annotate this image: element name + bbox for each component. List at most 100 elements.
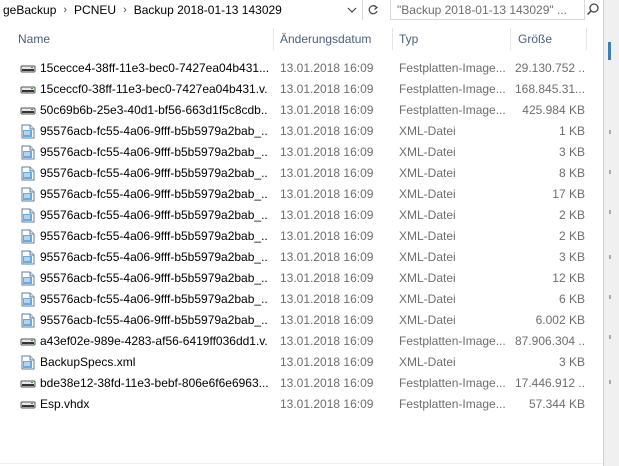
file-type: XML-Datei xyxy=(399,250,456,264)
file-size: 1 KB xyxy=(558,124,585,138)
search-icon xyxy=(586,3,599,16)
file-type: XML-Datei xyxy=(399,166,456,180)
file-type: XML-Datei xyxy=(399,145,456,159)
file-type: Festplatten-Image... xyxy=(399,103,506,117)
column-divider[interactable] xyxy=(586,28,587,50)
file-name: Esp.vhdx xyxy=(40,397,90,411)
file-size: 2 KB xyxy=(558,229,585,243)
file-date: 13.01.2018 16:09 xyxy=(280,145,374,159)
file-type: XML-Datei xyxy=(399,208,456,222)
selection-indicator xyxy=(608,42,611,60)
file-type: Festplatten-Image... xyxy=(399,397,506,411)
file-size: 425.984 KB xyxy=(522,103,585,117)
file-size: 57.344 KB xyxy=(528,397,585,411)
file-name: 95576acb-fc55-4a06-9fff-b5b5979a2bab_... xyxy=(40,124,268,138)
column-header-date[interactable]: Änderungsdatum xyxy=(280,28,371,50)
file-row[interactable]: 95576acb-fc55-4a06-9fff-b5b5979a2bab_...… xyxy=(0,184,603,205)
file-size: 17.446.912 ... xyxy=(515,376,585,390)
file-list: 15cecce4-38ff-11e3-bec0-7427ea04b431....… xyxy=(0,58,603,415)
breadcrumb-separator[interactable]: › xyxy=(59,4,71,16)
file-name: bde38e12-38fd-11e3-bebf-806e6f6e6963.... xyxy=(40,376,268,390)
xml-file-icon xyxy=(20,313,36,328)
column-header-size[interactable]: Größe xyxy=(518,28,552,50)
address-dropdown-button[interactable] xyxy=(344,0,360,20)
file-row[interactable]: 95576acb-fc55-4a06-9fff-b5b5979a2bab_...… xyxy=(0,289,603,310)
xml-file-icon xyxy=(20,229,36,244)
file-type: Festplatten-Image... xyxy=(399,376,506,390)
file-type: Festplatten-Image... xyxy=(399,82,506,96)
file-row[interactable]: Esp.vhdx 13.01.2018 16:09 Festplatten-Imag… xyxy=(0,394,603,415)
xml-file-icon xyxy=(20,166,36,181)
breadcrumb-separator[interactable]: › xyxy=(119,4,131,16)
file-date: 13.01.2018 16:09 xyxy=(280,124,374,138)
file-row[interactable]: 95576acb-fc55-4a06-9fff-b5b5979a2bab_...… xyxy=(0,163,603,184)
disk-image-icon xyxy=(20,103,36,118)
file-row[interactable]: 95576acb-fc55-4a06-9fff-b5b5979a2bab_...… xyxy=(0,142,603,163)
file-size: 8 KB xyxy=(558,166,585,180)
file-row[interactable]: 95576acb-fc55-4a06-9fff-b5b5979a2bab_...… xyxy=(0,247,603,268)
file-row[interactable]: 95576acb-fc55-4a06-9fff-b5b5979a2bab_...… xyxy=(0,310,603,331)
column-header-row: Name Änderungsdatum Typ Größe xyxy=(0,28,603,50)
file-date: 13.01.2018 16:09 xyxy=(280,397,374,411)
file-row[interactable]: 50c69b6b-25e3-40d1-bf56-663d1f5c8cdb....… xyxy=(0,100,603,121)
file-row[interactable]: 95576acb-fc55-4a06-9fff-b5b5979a2bab_...… xyxy=(0,268,603,289)
file-name: 50c69b6b-25e3-40d1-bf56-663d1f5c8cdb.... xyxy=(40,103,268,117)
disk-image-icon xyxy=(20,397,36,412)
file-row[interactable]: 15cecce4-38ff-11e3-bec0-7427ea04b431....… xyxy=(0,58,603,79)
file-name: 95576acb-fc55-4a06-9fff-b5b5979a2bab_... xyxy=(40,313,268,327)
address-bar[interactable]: geBackup › PCNEU › Backup 2018-01-13 143… xyxy=(0,0,619,22)
scroll-marker xyxy=(609,295,611,299)
scroll-marker xyxy=(609,210,611,214)
xml-file-icon xyxy=(20,208,36,223)
file-type: XML-Datei xyxy=(399,229,456,243)
file-row[interactable]: BackupSpecs.xml 13.01.2018 16:09 XML-Datei… xyxy=(0,352,603,373)
file-type: XML-Datei xyxy=(399,187,456,201)
file-row[interactable]: 95576acb-fc55-4a06-9fff-b5b5979a2bab_...… xyxy=(0,205,603,226)
xml-file-icon xyxy=(20,250,36,265)
file-date: 13.01.2018 16:09 xyxy=(280,292,374,306)
disk-image-icon xyxy=(20,82,36,97)
file-type: XML-Datei xyxy=(399,313,456,327)
side-panel-edge xyxy=(603,0,619,466)
status-divider xyxy=(0,463,603,464)
file-name: 95576acb-fc55-4a06-9fff-b5b5979a2bab_... xyxy=(40,250,268,264)
file-row[interactable]: 15ceccf0-38ff-11e3-bec0-7427ea04b431.v..… xyxy=(0,79,603,100)
file-name: BackupSpecs.xml xyxy=(40,355,136,369)
file-row[interactable]: 95576acb-fc55-4a06-9fff-b5b5979a2bab_...… xyxy=(0,226,603,247)
file-name: a43ef02e-989e-4283-af56-6419ff036dd1.v..… xyxy=(40,334,268,348)
file-size: 29.130.752 ... xyxy=(515,61,585,75)
refresh-button[interactable] xyxy=(362,0,383,20)
column-header-type[interactable]: Typ xyxy=(399,28,418,50)
column-divider[interactable] xyxy=(510,28,511,50)
file-size: 3 KB xyxy=(558,145,585,159)
breadcrumb-item-gebackup[interactable]: geBackup xyxy=(0,3,59,17)
file-name: 15ceccf0-38ff-11e3-bec0-7427ea04b431.v..… xyxy=(40,82,268,96)
file-date: 13.01.2018 16:09 xyxy=(280,103,374,117)
file-row[interactable]: a43ef02e-989e-4283-af56-6419ff036dd1.v..… xyxy=(0,331,603,352)
file-size: 3 KB xyxy=(558,250,585,264)
search-button[interactable] xyxy=(586,2,602,18)
file-name: 15cecce4-38ff-11e3-bec0-7427ea04b431.... xyxy=(40,61,268,75)
breadcrumb-item-pcneu[interactable]: PCNEU xyxy=(71,3,119,17)
file-date: 13.01.2018 16:09 xyxy=(280,187,374,201)
breadcrumb-item-backup[interactable]: Backup 2018-01-13 143029 xyxy=(131,3,285,17)
search-input[interactable]: "Backup 2018-01-13 143029" ... xyxy=(390,0,585,20)
file-row[interactable]: 95576acb-fc55-4a06-9fff-b5b5979a2bab_...… xyxy=(0,121,603,142)
disk-image-icon xyxy=(20,334,36,349)
refresh-icon xyxy=(368,5,379,15)
xml-file-icon xyxy=(20,292,36,307)
column-divider[interactable] xyxy=(392,28,393,50)
file-name: 95576acb-fc55-4a06-9fff-b5b5979a2bab_... xyxy=(40,208,268,222)
xml-file-icon xyxy=(20,271,36,286)
file-name: 95576acb-fc55-4a06-9fff-b5b5979a2bab_... xyxy=(40,292,268,306)
file-type: Festplatten-Image... xyxy=(399,334,506,348)
file-name: 95576acb-fc55-4a06-9fff-b5b5979a2bab_... xyxy=(40,166,268,180)
scroll-marker xyxy=(609,170,611,174)
file-row[interactable]: bde38e12-38fd-11e3-bebf-806e6f6e6963....… xyxy=(0,373,603,394)
column-header-name[interactable]: Name xyxy=(18,28,50,50)
xml-file-icon xyxy=(20,355,36,370)
file-date: 13.01.2018 16:09 xyxy=(280,271,374,285)
xml-file-icon xyxy=(20,124,36,139)
file-size: 6.002 KB xyxy=(535,313,585,327)
column-divider[interactable] xyxy=(273,28,274,50)
